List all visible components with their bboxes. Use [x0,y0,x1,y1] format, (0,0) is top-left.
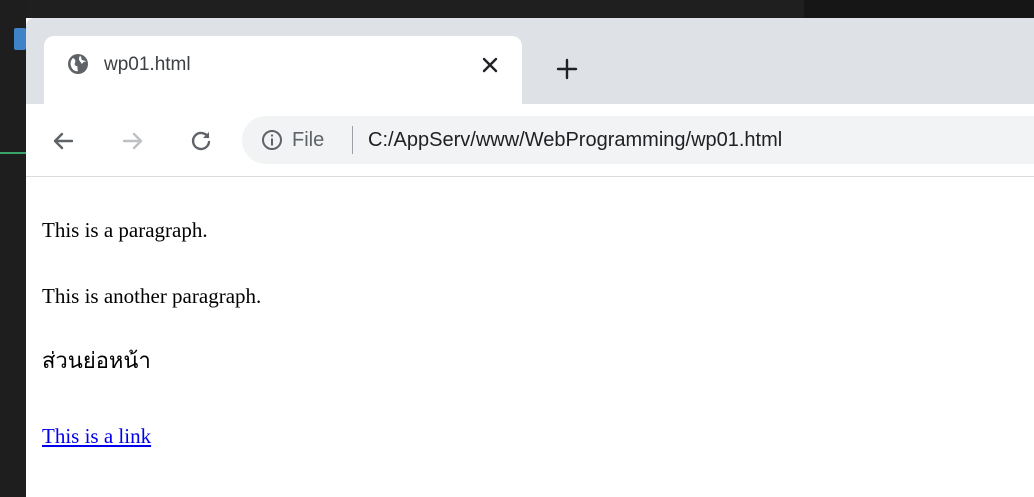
link-paragraph: This is a link [42,423,151,449]
desktop-background-left [0,0,26,497]
globe-icon [66,52,90,76]
reload-icon[interactable] [186,126,216,156]
arrow-right-icon[interactable] [118,126,148,156]
arrow-left-icon[interactable] [48,126,78,156]
desktop-accent [14,28,26,50]
url-text[interactable]: C:/AppServ/www/WebProgramming/wp01.html [368,128,782,152]
browser-window: wp01.html File C:/AppServ/www/WebProgram… [26,18,1034,497]
close-icon[interactable] [476,51,504,79]
plus-icon[interactable] [552,54,582,84]
paragraph-2: This is another paragraph. [42,284,262,308]
paragraph-1: This is a paragraph. [42,218,208,242]
divider [352,126,353,154]
paragraph-3: ส่วนย่อหน้า [42,349,151,374]
info-icon[interactable] [260,128,284,152]
scheme-label: File [292,129,325,151]
tab-wp01[interactable]: wp01.html [44,36,522,104]
browser-toolbar: File C:/AppServ/www/WebProgramming/wp01.… [26,104,1034,177]
address-bar[interactable]: File C:/AppServ/www/WebProgramming/wp01.… [242,116,1034,164]
tab-strip: wp01.html [26,18,1034,104]
page-link[interactable]: This is a link [42,424,151,448]
tab-title: wp01.html [104,54,191,75]
page-content: This is a paragraph. This is another par… [26,177,1034,497]
